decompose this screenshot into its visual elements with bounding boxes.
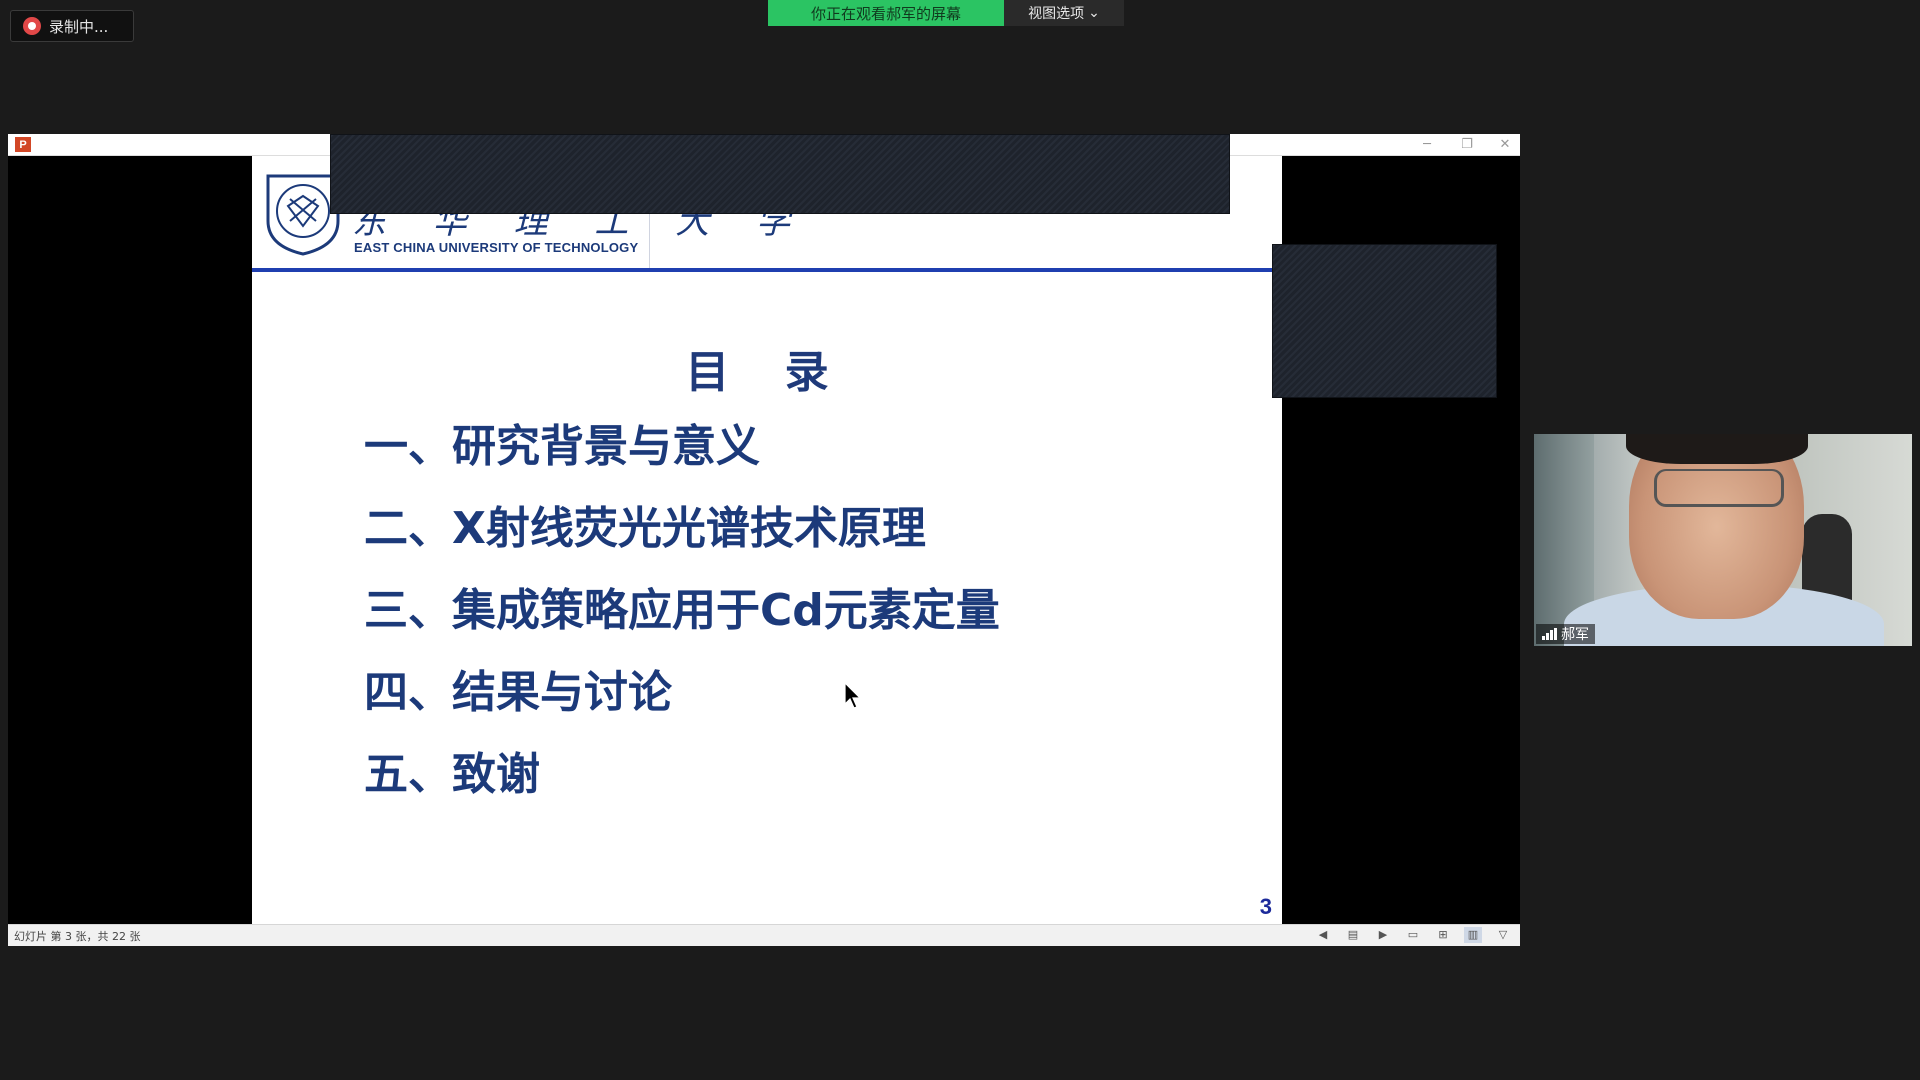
- slide-title: 目 录: [685, 347, 849, 398]
- redacted-overlay: [330, 134, 1230, 214]
- slide-page-number: 3: [1259, 894, 1272, 919]
- minimize-icon[interactable]: ─: [1412, 136, 1442, 154]
- status-bar: 幻灯片 第 3 张，共 22 张 ◀ ▤ ▶ ▭ ⊞ ▥ ▽: [8, 924, 1520, 946]
- viewing-screen-message: 你正在观看郝军的屏幕: [768, 0, 1004, 26]
- toc-item: 三、集成策略应用于Cd元素定量: [364, 585, 1000, 636]
- recording-indicator[interactable]: 录制中...: [10, 10, 134, 42]
- close-icon[interactable]: ✕: [1490, 136, 1520, 154]
- participant-name-tag: 郝军: [1536, 624, 1595, 644]
- toc-item: 一、研究背景与意义: [364, 421, 760, 472]
- reading-view-icon[interactable]: ▥: [1464, 927, 1482, 943]
- record-icon: [23, 17, 41, 35]
- slide-counter: 幻灯片 第 3 张，共 22 张: [14, 929, 141, 943]
- toc-item: 二、X射线荧光光谱技术原理: [364, 503, 926, 554]
- slideshow-icon[interactable]: ▽: [1494, 927, 1512, 943]
- slide: 东 华 理 工 大 学 EAST CHINA UNIVERSITY OF TEC…: [252, 156, 1282, 924]
- next-slide-icon[interactable]: ▶: [1374, 927, 1392, 943]
- participant-name: 郝军: [1561, 627, 1589, 643]
- participant-video[interactable]: 郝军: [1534, 434, 1912, 646]
- video-person-hair: [1626, 434, 1808, 464]
- slide-sorter-icon[interactable]: ⊞: [1434, 927, 1452, 943]
- signal-strength-icon: [1542, 628, 1557, 640]
- header-underline: [252, 268, 1282, 272]
- redacted-overlay: [1272, 244, 1497, 398]
- toc-item: 四、结果与讨论: [364, 667, 672, 718]
- menu-icon[interactable]: ▤: [1344, 927, 1362, 943]
- chevron-down-icon: ⌄: [1088, 5, 1100, 21]
- table-of-contents: 一、研究背景与意义 二、X射线荧光光谱技术原理 三、集成策略应用于Cd元素定量 …: [364, 406, 1000, 816]
- mouse-cursor-icon: [844, 682, 862, 709]
- video-person-glasses: [1654, 469, 1784, 507]
- view-options-button[interactable]: 视图选项 ⌄: [1004, 0, 1124, 26]
- restore-icon[interactable]: ❐: [1452, 136, 1482, 154]
- view-controls: ◀ ▤ ▶ ▭ ⊞ ▥ ▽: [1314, 927, 1512, 943]
- toc-item: 五、致谢: [364, 749, 540, 800]
- view-options-label: 视图选项: [1028, 6, 1085, 22]
- normal-view-icon[interactable]: ▭: [1404, 927, 1422, 943]
- previous-slide-icon[interactable]: ◀: [1314, 927, 1332, 943]
- screen-share-bar: 你正在观看郝军的屏幕 视图选项 ⌄: [768, 0, 1124, 26]
- recording-label: 录制中...: [49, 17, 109, 36]
- university-name-en: EAST CHINA UNIVERSITY OF TECHNOLOGY: [354, 240, 639, 255]
- powerpoint-app-icon: P: [15, 137, 31, 152]
